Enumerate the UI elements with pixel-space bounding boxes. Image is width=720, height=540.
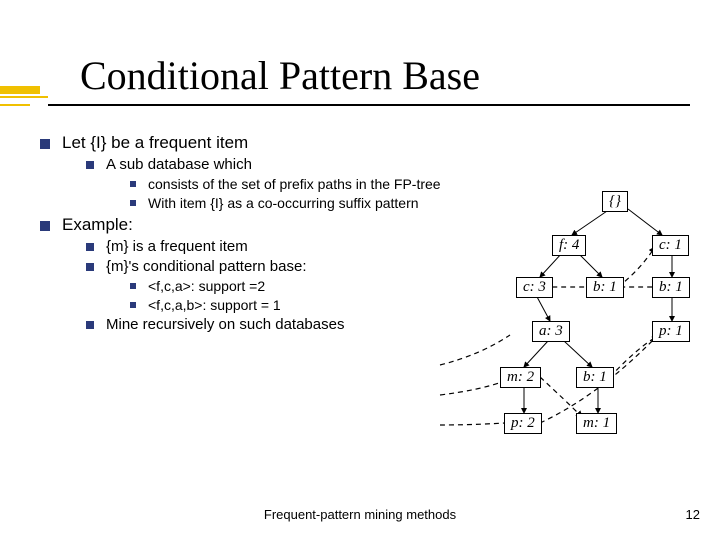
text: {m} is a frequent item [106, 238, 248, 255]
bullet-subdb: A sub database which consists of the set… [86, 156, 470, 211]
text: Example: [62, 215, 133, 234]
slide-body: Let {I} be a frequent item A sub databas… [40, 130, 470, 337]
text: Let {I} be a frequent item [62, 133, 248, 152]
text: <f,c,a>: support =2 [148, 278, 265, 294]
text: A sub database which [106, 156, 252, 173]
node-b1b: b: 1 [652, 277, 690, 298]
node-b1a: b: 1 [586, 277, 624, 298]
slide-title: Conditional Pattern Base [80, 52, 480, 99]
bullet-let: Let {I} be a frequent item A sub databas… [40, 133, 470, 211]
text: With item {I} as a co-occurring suffix p… [148, 195, 419, 211]
node-p2: p: 2 [504, 413, 542, 434]
node-m1: m: 1 [576, 413, 617, 434]
node-c1: c: 1 [652, 235, 689, 256]
text: consists of the set of prefix paths in t… [148, 176, 441, 192]
node-b1c: b: 1 [576, 367, 614, 388]
node-root: {} [602, 191, 628, 212]
node-p1: p: 1 [652, 321, 690, 342]
text: Mine recursively on such databases [106, 316, 344, 333]
bullet-mine: Mine recursively on such databases [86, 316, 470, 333]
bullet-sup2: <f,c,a>: support =2 [130, 278, 470, 294]
title-underline [48, 104, 690, 106]
node-c3: c: 3 [516, 277, 553, 298]
fp-tree: {} f: 4 c: 1 c: 3 b: 1 b: 1 a: 3 p: 1 m:… [480, 195, 700, 475]
bullet-m-freq: {m} is a frequent item [86, 238, 470, 255]
bullet-withitem: With item {I} as a co-occurring suffix p… [130, 195, 470, 211]
node-f4: f: 4 [552, 235, 586, 256]
node-a3: a: 3 [532, 321, 570, 342]
page-number: 12 [686, 507, 700, 522]
slide-footer: Frequent-pattern mining methods [0, 507, 720, 522]
bullet-sup1: <f,c,a,b>: support = 1 [130, 297, 470, 313]
bullet-consists: consists of the set of prefix paths in t… [130, 176, 470, 192]
node-m2: m: 2 [500, 367, 541, 388]
text: {m}'s conditional pattern base: [106, 258, 307, 275]
accent-bars [0, 86, 48, 106]
bullet-example: Example: {m} is a frequent item {m}'s co… [40, 215, 470, 333]
text: <f,c,a,b>: support = 1 [148, 297, 281, 313]
bullet-m-cond: {m}'s conditional pattern base: <f,c,a>:… [86, 258, 470, 313]
